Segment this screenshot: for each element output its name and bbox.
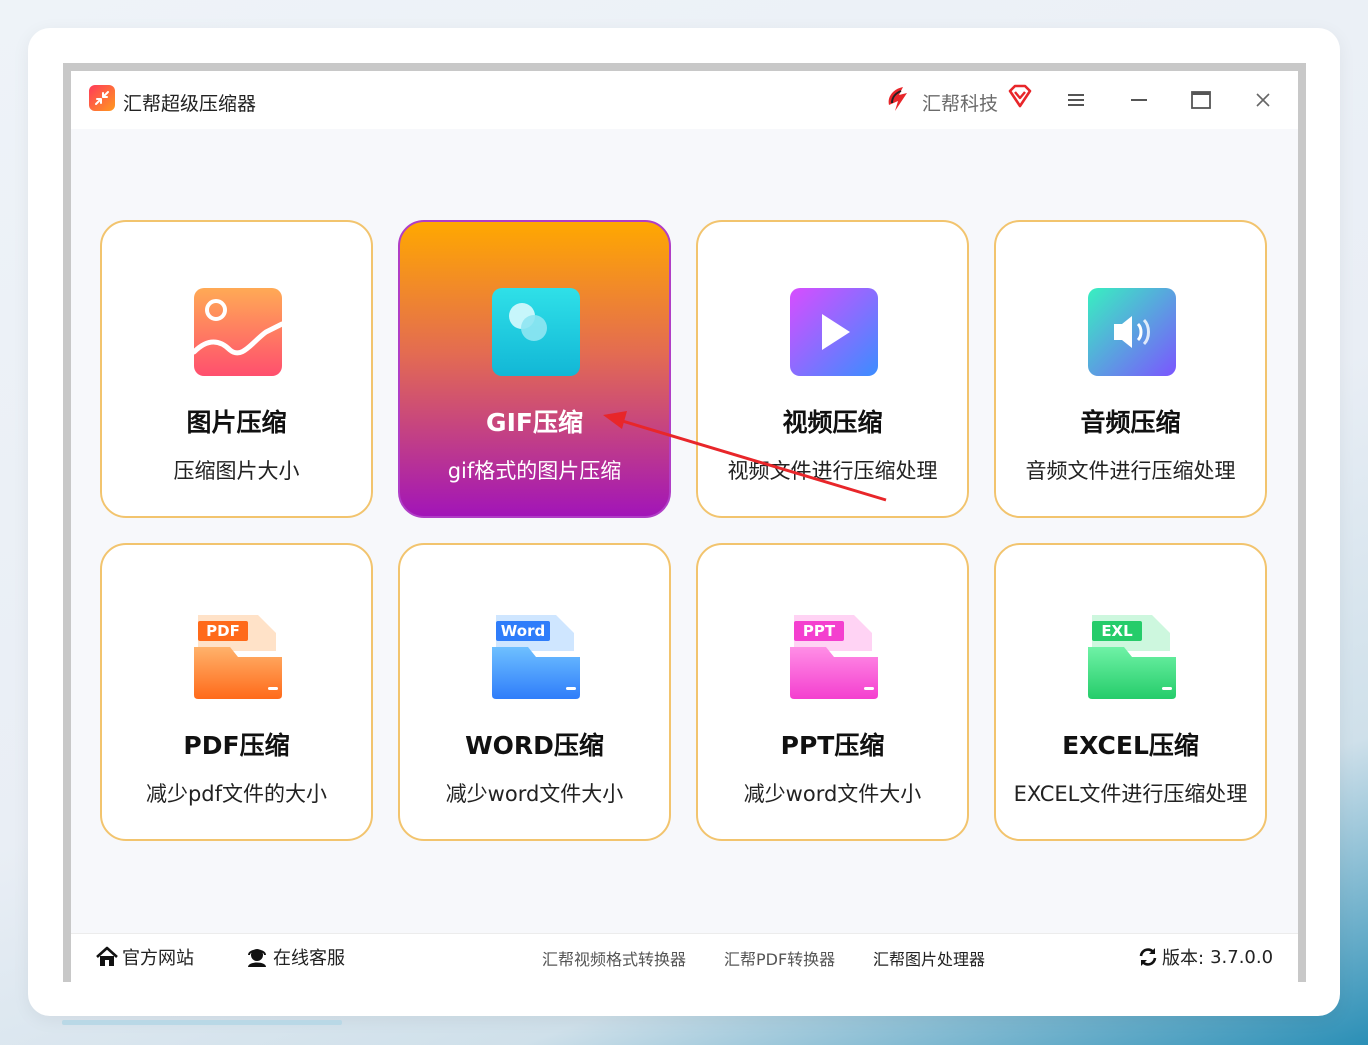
- version-info[interactable]: 版本: 3.7.0.0: [1137, 944, 1273, 970]
- card-desc: 音频文件进行压缩处理: [1025, 459, 1236, 483]
- card-desc: 减少pdf文件的大小: [145, 782, 328, 806]
- word-folder-icon: Word: [492, 615, 580, 699]
- ppt-folder-icon: PPT: [790, 615, 878, 699]
- online-support-link[interactable]: 在线客服: [245, 944, 345, 970]
- footer-link-image-processor[interactable]: 汇帮图片处理器: [873, 946, 985, 970]
- card-image-compress[interactable]: 图片压缩 压缩图片大小: [100, 220, 373, 518]
- card-desc: gif格式的图片压缩: [447, 459, 622, 483]
- version-number: 3.7.0.0: [1210, 946, 1274, 968]
- svg-text:Word: Word: [501, 622, 545, 640]
- card-word-compress[interactable]: Word WORD压缩 减少word文件大小: [398, 543, 671, 841]
- home-icon: [96, 946, 118, 966]
- card-desc: 减少word文件大小: [743, 782, 922, 806]
- minimize-icon: [1131, 99, 1147, 101]
- excel-folder-icon: EXL: [1088, 615, 1176, 699]
- close-button[interactable]: [1245, 83, 1281, 117]
- svg-text:PDF: PDF: [206, 622, 240, 640]
- menu-button[interactable]: [1058, 83, 1094, 117]
- card-title: EXCEL压缩: [1062, 731, 1199, 760]
- card-video-compress[interactable]: 视频压缩 视频文件进行压缩处理: [696, 220, 969, 518]
- footer-link-pdf-converter[interactable]: 汇帮PDF转换器: [724, 946, 835, 970]
- app-title: 汇帮超级压缩器: [123, 93, 257, 115]
- official-website-link[interactable]: 官方网站: [95, 944, 194, 970]
- maximize-icon: [1191, 91, 1211, 109]
- title-bar: 汇帮超级压缩器 汇帮科技: [71, 71, 1298, 129]
- card-desc: 压缩图片大小: [173, 459, 300, 483]
- card-excel-compress[interactable]: EXL EXCEL压缩 EXCEL文件进行压缩处理: [994, 543, 1267, 841]
- video-play-icon: [790, 288, 878, 376]
- card-title: GIF压缩: [486, 408, 583, 437]
- audio-speaker-icon: [1088, 288, 1176, 376]
- card-title: PPT压缩: [780, 731, 885, 760]
- online-support-label: 在线客服: [273, 948, 345, 969]
- card-desc: 视频文件进行压缩处理: [727, 459, 938, 483]
- card-desc: 减少word文件大小: [445, 782, 624, 806]
- svg-text:PPT: PPT: [803, 622, 836, 640]
- gif-icon: [492, 288, 580, 376]
- maximize-button[interactable]: [1183, 83, 1219, 117]
- footer-bar: 官方网站 在线客服 汇帮视频格式转换器 汇帮PDF转换器 汇帮图片处理器 版本:…: [71, 933, 1298, 982]
- card-title: WORD压缩: [465, 731, 604, 760]
- refresh-icon: [1139, 948, 1157, 966]
- app-window: 汇帮超级压缩器 汇帮科技 图片压缩 压缩图片大小 GIF压缩 gif格式的图片压…: [63, 63, 1306, 982]
- image-icon: [191, 288, 285, 376]
- official-website-label: 官方网站: [122, 948, 194, 969]
- card-title: PDF压缩: [183, 731, 290, 760]
- card-title: 图片压缩: [186, 408, 287, 437]
- customer-service-icon: [248, 949, 266, 967]
- minimize-button[interactable]: [1121, 83, 1157, 117]
- card-title: 音频压缩: [1080, 408, 1181, 437]
- svg-text:EXL: EXL: [1101, 622, 1133, 640]
- app-logo-icon: [89, 85, 115, 111]
- brand-logo-icon: [888, 87, 907, 111]
- hamburger-icon: [1068, 94, 1084, 106]
- card-pdf-compress[interactable]: PDF PDF压缩 减少pdf文件的大小: [100, 543, 373, 841]
- card-desc: EXCEL文件进行压缩处理: [1013, 782, 1248, 806]
- vip-diamond-icon[interactable]: [1007, 83, 1033, 109]
- card-ppt-compress[interactable]: PPT PPT压缩 减少word文件大小: [696, 543, 969, 841]
- footer-link-video-converter[interactable]: 汇帮视频格式转换器: [542, 946, 686, 970]
- close-icon: [1256, 93, 1270, 107]
- version-label: 版本:: [1162, 948, 1205, 969]
- brand-name: 汇帮科技: [922, 93, 999, 115]
- card-audio-compress[interactable]: 音频压缩 音频文件进行压缩处理: [994, 220, 1267, 518]
- taskbar-strip: [62, 1020, 342, 1025]
- pdf-folder-icon: PDF: [194, 615, 282, 699]
- card-title: 视频压缩: [782, 408, 883, 437]
- card-gif-compress[interactable]: GIF压缩 gif格式的图片压缩: [398, 220, 671, 518]
